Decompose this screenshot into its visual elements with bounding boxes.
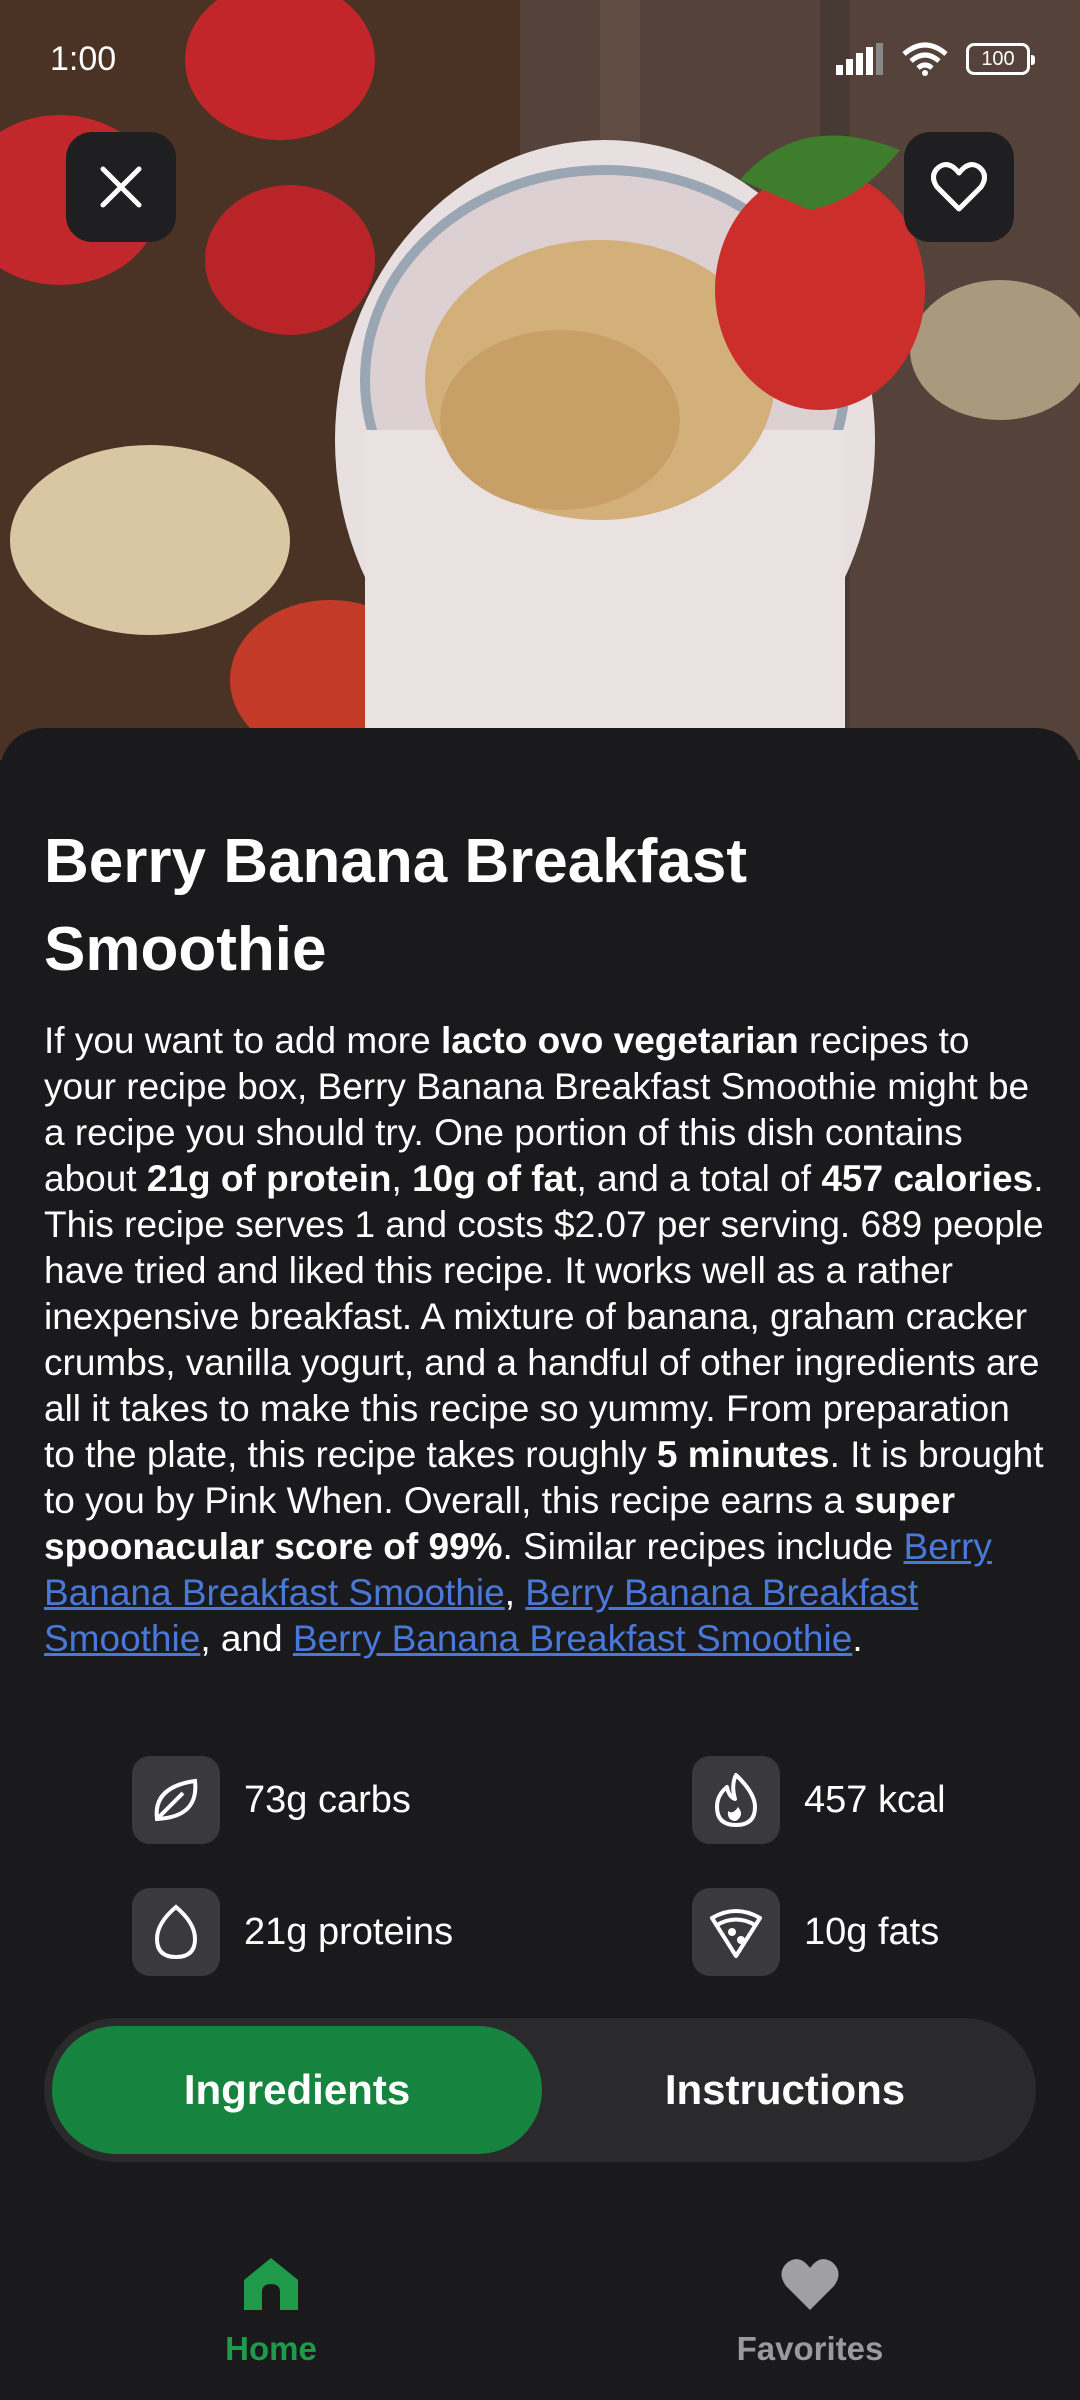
bottom-navigation: Home Favorites — [0, 2220, 1080, 2400]
desc-bold: 21g of protein — [146, 1158, 392, 1199]
tab-ingredients[interactable]: Ingredients — [52, 2026, 542, 2154]
desc-text: . This recipe serves 1 and costs $2.07 p… — [44, 1158, 1044, 1475]
heart-outline-icon — [931, 162, 987, 212]
battery-level: 100 — [981, 47, 1015, 70]
desc-text: , and — [200, 1618, 293, 1659]
battery-icon: 100 — [966, 43, 1035, 75]
desc-bold: 457 calories — [821, 1158, 1034, 1199]
desc-text: , — [504, 1572, 526, 1613]
signal-icon — [836, 43, 883, 75]
close-button[interactable] — [66, 132, 176, 242]
recipe-tabs: Ingredients Instructions — [44, 2018, 1036, 2162]
egg-icon — [132, 1888, 220, 1976]
desc-bold: lacto ovo vegetarian — [440, 1020, 799, 1061]
desc-bold: 10g of fat — [412, 1158, 577, 1199]
nutrition-kcal: 457 kcal — [692, 1756, 946, 1844]
desc-text: . Similar recipes include — [502, 1526, 904, 1567]
wifi-icon — [902, 42, 948, 76]
nav-favorites[interactable]: Favorites — [660, 2256, 960, 2368]
flame-icon — [692, 1756, 780, 1844]
home-icon — [244, 2258, 298, 2310]
desc-text: , and a total of — [576, 1158, 822, 1199]
fats-label: 10g fats — [804, 1910, 940, 1953]
nutrition-fats: 10g fats — [692, 1888, 939, 1976]
recipe-title: Berry Banana Breakfast Smoothie — [44, 827, 748, 984]
proteins-label: 21g proteins — [244, 1910, 454, 1953]
status-bar: 1:00 100 — [0, 0, 1080, 120]
nav-home[interactable]: Home — [121, 2256, 421, 2368]
kcal-label: 457 kcal — [804, 1778, 946, 1821]
nutrition-proteins: 21g proteins — [132, 1888, 453, 1976]
pizza-icon — [692, 1888, 780, 1976]
tab-instructions[interactable]: Instructions — [542, 2026, 1028, 2154]
desc-text: If you want to add more — [44, 1020, 441, 1061]
desc-bold: 5 minutes — [656, 1434, 830, 1475]
desc-text: , — [391, 1158, 413, 1199]
favorite-button[interactable] — [904, 132, 1014, 242]
desc-text: . — [852, 1618, 863, 1659]
leaf-icon — [132, 1756, 220, 1844]
status-time: 1:00 — [50, 40, 117, 78]
close-icon — [100, 166, 142, 208]
recipe-description: If you want to add more lacto ovo vegeta… — [44, 1018, 1044, 1662]
heart-icon — [781, 2259, 839, 2310]
carbs-label: 73g carbs — [244, 1778, 411, 1821]
nav-home-label: Home — [225, 2330, 317, 2367]
nutrition-carbs: 73g carbs — [132, 1756, 411, 1844]
nav-favorites-label: Favorites — [736, 2330, 884, 2367]
similar-recipe-link[interactable]: Berry Banana Breakfast Smoothie — [293, 1618, 852, 1659]
